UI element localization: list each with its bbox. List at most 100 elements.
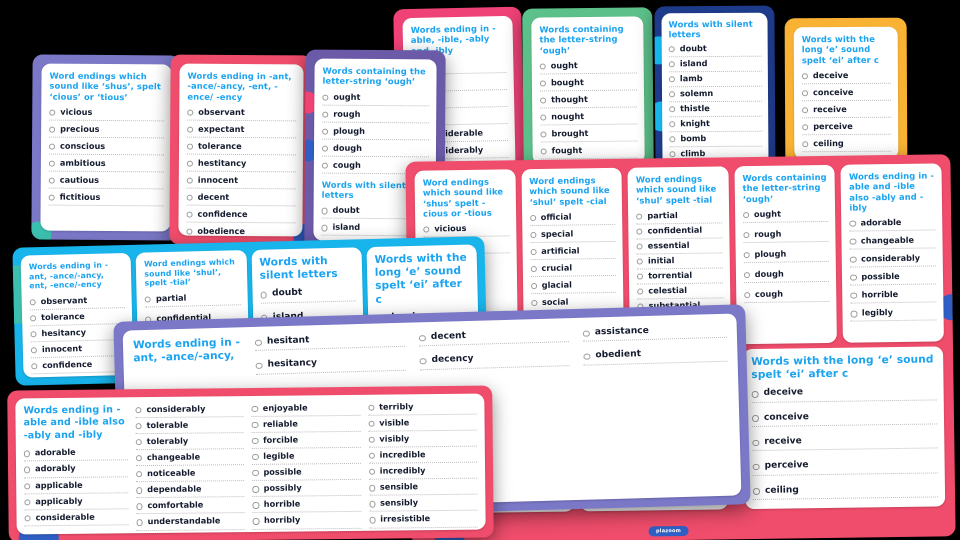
- list-item[interactable]: legible: [252, 450, 361, 466]
- list-item[interactable]: ought: [742, 207, 829, 223]
- list-item[interactable]: conceive: [751, 409, 938, 428]
- list-item[interactable]: possibly: [252, 482, 361, 498]
- list-item[interactable]: tolerably: [135, 435, 245, 451]
- list-item[interactable]: cautious: [48, 174, 164, 190]
- list-item[interactable]: hesitancy: [30, 325, 126, 343]
- list-item[interactable]: ambitious: [48, 157, 164, 173]
- list-item[interactable]: terrible: [253, 530, 362, 535]
- list-item[interactable]: irresistibly: [369, 529, 478, 535]
- list-item[interactable]: assistance: [582, 322, 728, 343]
- card[interactable]: Words with the long ‘e’ sound spelt ‘ei’…: [793, 26, 899, 160]
- list-item[interactable]: expectant: [187, 123, 297, 139]
- list-item[interactable]: dough: [321, 142, 430, 158]
- list-item[interactable]: possible: [252, 466, 361, 482]
- card[interactable]: Word endings which sound like ‘shus’, sp…: [40, 63, 172, 232]
- list-item[interactable]: vicious: [423, 222, 510, 238]
- list-item[interactable]: sensible: [368, 480, 478, 497]
- list-item[interactable]: applicable: [24, 478, 129, 494]
- list-item[interactable]: obedient: [583, 345, 728, 366]
- list-item[interactable]: ceiling: [802, 137, 892, 153]
- card[interactable]: Words containing the letter-string ‘ough…: [734, 164, 838, 345]
- list-item[interactable]: hestitancy: [186, 157, 296, 173]
- card[interactable]: Words ending in -able and -ible also -ab…: [15, 393, 486, 535]
- list-item[interactable]: brought: [540, 127, 638, 143]
- list-item[interactable]: partial: [636, 209, 723, 225]
- list-item[interactable]: cough: [743, 287, 830, 304]
- list-item[interactable]: plough: [743, 247, 830, 264]
- list-item[interactable]: fought: [540, 144, 638, 160]
- list-item[interactable]: visibly: [368, 432, 477, 448]
- list-item[interactable]: tolerance: [29, 309, 126, 326]
- list-item[interactable]: incredibly: [368, 464, 478, 481]
- list-item[interactable]: doubt: [668, 42, 762, 57]
- list-item[interactable]: tolerable: [135, 419, 245, 435]
- list-item[interactable]: confidence: [31, 357, 127, 375]
- list-item[interactable]: artificial: [530, 244, 616, 261]
- list-item[interactable]: bought: [539, 76, 638, 92]
- list-item[interactable]: knight: [669, 117, 763, 133]
- list-item[interactable]: considerably: [850, 252, 936, 268]
- list-item[interactable]: noticeable: [136, 467, 245, 483]
- list-item[interactable]: thistle: [669, 102, 763, 118]
- list-item[interactable]: vicious: [49, 106, 165, 122]
- list-item[interactable]: ceiling: [752, 481, 939, 500]
- list-item[interactable]: conscious: [48, 140, 165, 156]
- list-item[interactable]: receive: [802, 103, 892, 119]
- list-item[interactable]: forcible: [252, 433, 361, 450]
- list-item[interactable]: rough: [322, 108, 430, 124]
- list-item[interactable]: conceive: [801, 86, 892, 102]
- list-item[interactable]: special: [529, 227, 616, 243]
- list-item[interactable]: considerably: [135, 403, 244, 419]
- list-item[interactable]: precious: [49, 123, 165, 139]
- list-item[interactable]: observant: [29, 293, 126, 310]
- list-item[interactable]: comfortable: [136, 499, 245, 515]
- list-item[interactable]: incredible: [368, 448, 477, 465]
- list-item[interactable]: sensibly: [369, 497, 478, 513]
- card[interactable]: Words ending in -ant, -ance/-ancy, -ent,…: [178, 63, 304, 237]
- list-item[interactable]: ought: [539, 59, 637, 75]
- list-item[interactable]: considerable: [24, 510, 129, 527]
- list-item[interactable]: horrible: [850, 288, 937, 304]
- list-item[interactable]: dough: [743, 267, 830, 284]
- list-item[interactable]: deceive: [751, 384, 937, 403]
- list-item[interactable]: torrential: [637, 269, 723, 285]
- list-item[interactable]: partial: [144, 290, 241, 308]
- list-item[interactable]: adorable: [23, 446, 128, 462]
- list-item[interactable]: applicably: [24, 494, 129, 511]
- list-item[interactable]: tolerance: [186, 140, 297, 156]
- list-item[interactable]: perceive: [802, 120, 892, 136]
- card[interactable]: Words with silent letters doubt island l…: [661, 12, 769, 170]
- list-item[interactable]: lamb: [668, 72, 762, 88]
- list-item[interactable]: island: [668, 57, 762, 72]
- list-item[interactable]: essential: [636, 239, 723, 255]
- list-item[interactable]: confidence: [186, 208, 296, 224]
- list-item[interactable]: confidential: [636, 224, 723, 240]
- list-item[interactable]: changeable: [135, 451, 245, 467]
- list-item[interactable]: celestial: [637, 284, 724, 300]
- list-item[interactable]: plough: [322, 125, 430, 141]
- list-item[interactable]: changeable: [849, 234, 936, 250]
- list-item[interactable]: bomb: [669, 132, 763, 148]
- list-item[interactable]: enjoyable: [251, 401, 361, 418]
- list-item[interactable]: solemn: [668, 87, 763, 103]
- list-item[interactable]: hesitant: [254, 331, 406, 352]
- list-item[interactable]: fictitious: [48, 191, 164, 207]
- list-item[interactable]: official: [529, 210, 616, 226]
- list-item[interactable]: adorable: [849, 216, 936, 232]
- list-item[interactable]: initial: [636, 254, 723, 270]
- list-item[interactable]: decency: [419, 350, 570, 370]
- list-item[interactable]: crucial: [530, 261, 617, 278]
- list-item[interactable]: decent: [186, 191, 296, 207]
- list-item[interactable]: glacial: [530, 278, 617, 295]
- list-item[interactable]: ought: [322, 91, 430, 106]
- list-item[interactable]: thought: [540, 93, 638, 109]
- list-item[interactable]: terribly: [368, 400, 477, 416]
- list-item[interactable]: visible: [368, 416, 477, 432]
- list-item[interactable]: dependable: [136, 483, 245, 499]
- list-item[interactable]: horrible: [252, 498, 362, 514]
- list-item[interactable]: reliable: [251, 417, 361, 434]
- card[interactable]: Words with the long ‘e’ sound spelt ‘ei’…: [743, 346, 946, 510]
- list-item[interactable]: legibly: [850, 306, 937, 322]
- list-item[interactable]: irresistible: [369, 513, 478, 529]
- list-item[interactable]: understandable: [136, 515, 246, 531]
